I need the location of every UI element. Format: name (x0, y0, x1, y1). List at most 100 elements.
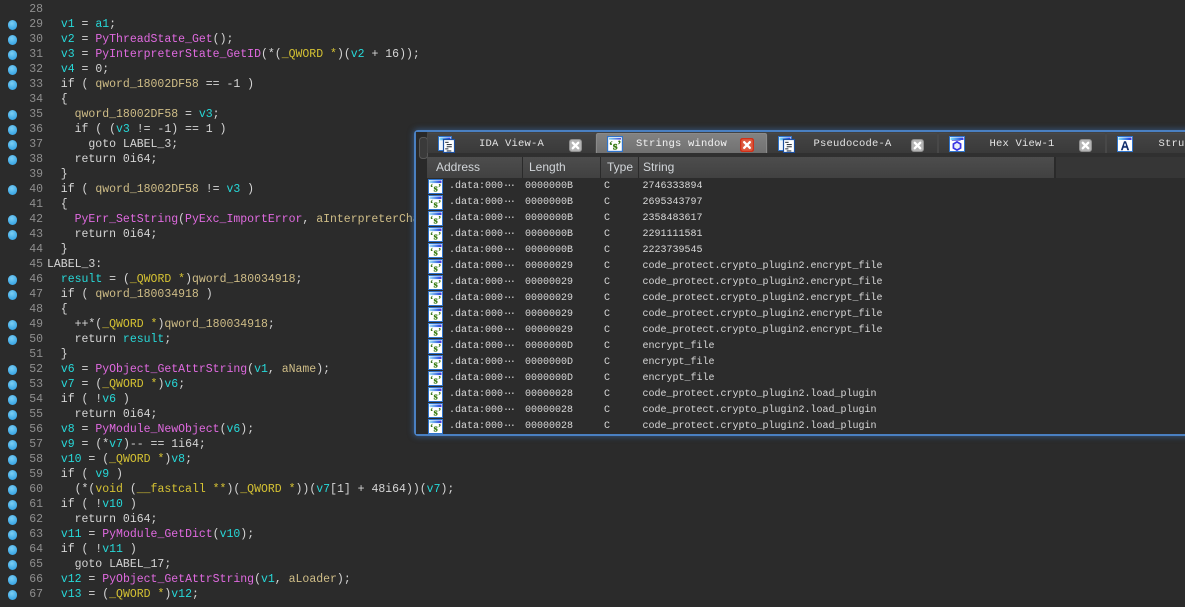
breakpoint-icon[interactable] (8, 80, 18, 90)
breakpoint-icon[interactable] (8, 185, 18, 195)
string-row[interactable]: s ‘ ’ .data:000···0000000BC2358483617 (427, 210, 1185, 226)
breakpoint-icon[interactable] (8, 140, 18, 150)
code-line[interactable]: 65 goto LABEL_17; (0, 557, 1185, 572)
code-token: if ( (47, 183, 95, 196)
string-row[interactable]: s ‘ ’ .data:000···0000000BC2746333894 (427, 178, 1185, 194)
code-token: goto LABEL_17; (47, 558, 171, 571)
string-row[interactable]: s ‘ ’ .data:000···0000000BC2695343797 (427, 194, 1185, 210)
tab-structures[interactable]: Structures (1106, 133, 1185, 153)
string-row[interactable]: s ‘ ’ .data:000···00000028Ccode_protect.… (427, 386, 1185, 402)
breakpoint-icon[interactable] (8, 440, 18, 450)
code-line[interactable]: 28 (0, 2, 1185, 17)
code-line[interactable]: 32 v4 = 0; (0, 62, 1185, 77)
breakpoint-icon[interactable] (8, 425, 18, 435)
breakpoint-icon[interactable] (8, 365, 18, 375)
breakpoint-icon[interactable] (8, 35, 18, 45)
code-token: v1 (261, 573, 275, 586)
close-icon[interactable] (569, 137, 582, 150)
code-line[interactable]: 62 return 0i64; (0, 512, 1185, 527)
tab-strings-window[interactable]: s ‘ ’ Strings window (596, 133, 767, 153)
line-number: 57 (0, 437, 45, 452)
line-number: 52 (0, 362, 45, 377)
breakpoint-icon[interactable] (8, 590, 18, 600)
breakpoint-icon[interactable] (8, 470, 18, 480)
string-row[interactable]: s ‘ ’ .data:000···00000029Ccode_protect.… (427, 306, 1185, 322)
string-row[interactable]: s ‘ ’ .data:000···00000029Ccode_protect.… (427, 258, 1185, 274)
code-text: if ( qword_18002DF58 == -1 ) (47, 77, 254, 92)
code-token: qword_180034918 (164, 318, 268, 331)
breakpoint-icon[interactable] (8, 275, 18, 285)
cell-string: code_protect.crypto_plugin2.encrypt_file (639, 277, 1185, 288)
breakpoint-icon[interactable] (8, 500, 18, 510)
close-icon[interactable] (1079, 137, 1092, 150)
string-row[interactable]: s ‘ ’ .data:000···00000028Ccode_protect.… (427, 402, 1185, 418)
breakpoint-icon[interactable] (8, 515, 18, 525)
column-header-string[interactable]: String (639, 157, 1055, 178)
code-line[interactable]: 59 if ( v9 ) (0, 467, 1185, 482)
breakpoint-icon[interactable] (8, 410, 18, 420)
breakpoint-icon[interactable] (8, 485, 18, 495)
cell-string: code_protect.crypto_plugin2.encrypt_file (639, 293, 1185, 304)
string-row[interactable]: s ‘ ’ .data:000···00000029Ccode_protect.… (427, 274, 1185, 290)
code-line[interactable]: 57 v9 = (*v7)-- == 1i64; (0, 437, 1185, 452)
breakpoint-icon[interactable] (8, 65, 18, 75)
string-row[interactable]: s ‘ ’ .data:000···00000029Ccode_protect.… (427, 322, 1185, 338)
breakpoint-icon[interactable] (8, 110, 18, 120)
tab-label: Structures (1133, 138, 1185, 150)
code-line[interactable]: 67 v13 = (_QWORD *)v12; (0, 587, 1185, 602)
code-text: v4 = 0; (47, 62, 109, 77)
breakpoint-icon[interactable] (8, 380, 18, 390)
breakpoint-icon[interactable] (8, 395, 18, 405)
string-row[interactable]: s ‘ ’ .data:000···0000000BC2223739545 (427, 242, 1185, 258)
breakpoint-icon[interactable] (8, 545, 18, 555)
breakpoint-icon[interactable] (8, 335, 18, 345)
breakpoint-icon[interactable] (8, 50, 18, 60)
string-row[interactable]: s ‘ ’ .data:000···0000000DCencrypt_file (427, 370, 1185, 386)
string-row[interactable]: s ‘ ’ .data:000···00000029Ccode_protect.… (427, 290, 1185, 306)
code-line[interactable]: 30 v2 = PyThreadState_Get(); (0, 32, 1185, 47)
cell-length: 00000029 (523, 277, 601, 288)
column-header-type[interactable]: Type (601, 157, 639, 178)
breakpoint-icon[interactable] (8, 530, 18, 540)
line-number: 51 (0, 347, 45, 362)
string-row[interactable]: s ‘ ’ .data:000···00000028Ccode_protect.… (427, 418, 1185, 434)
tab-ida-view-a[interactable]: IDA View-A (427, 133, 596, 153)
code-line[interactable]: 63 v11 = PyModule_GetDict(v10); (0, 527, 1185, 542)
cell-address: .data:000··· (443, 341, 523, 352)
code-text: { (47, 92, 68, 107)
breakpoint-icon[interactable] (8, 155, 18, 165)
breakpoint-icon[interactable] (8, 290, 18, 300)
breakpoint-icon[interactable] (8, 215, 18, 225)
breakpoint-icon[interactable] (8, 125, 18, 135)
code-line[interactable]: 61 if ( !v10 ) (0, 497, 1185, 512)
breakpoint-icon[interactable] (8, 320, 18, 330)
string-row[interactable]: s ‘ ’ .data:000···0000000DCencrypt_file (427, 338, 1185, 354)
code-line[interactable]: 64 if ( !v11 ) (0, 542, 1185, 557)
code-token: v9 (95, 468, 109, 481)
tab-hex-view-1[interactable]: Hex View-1 (938, 133, 1106, 153)
close-icon[interactable] (740, 137, 753, 150)
breakpoint-icon[interactable] (8, 575, 18, 585)
code-line[interactable]: 31 v3 = PyInterpreterState_GetID(*(_QWOR… (0, 47, 1185, 62)
code-line[interactable]: 33 if ( qword_18002DF58 == -1 ) (0, 77, 1185, 92)
code-line[interactable]: 35 qword_18002DF58 = v3; (0, 107, 1185, 122)
code-line[interactable]: 29 v1 = a1; (0, 17, 1185, 32)
code-text: return 0i64; (47, 152, 157, 167)
breakpoint-icon[interactable] (8, 455, 18, 465)
code-line[interactable]: 66 v12 = PyObject_GetAttrString(v1, aLoa… (0, 572, 1185, 587)
column-header-address[interactable]: Address (427, 157, 523, 178)
code-token (47, 108, 75, 121)
string-row[interactable]: s ‘ ’ .data:000···0000000BC2291111581 (427, 226, 1185, 242)
code-line[interactable]: 58 v10 = (_QWORD *)v8; (0, 452, 1185, 467)
breakpoint-icon[interactable] (8, 20, 18, 30)
column-header-length[interactable]: Length (523, 157, 601, 178)
tab-pseudocode-a[interactable]: Pseudocode-A (767, 133, 938, 153)
breakpoint-icon[interactable] (8, 230, 18, 240)
code-token: _QWORD (282, 48, 323, 61)
string-row[interactable]: s ‘ ’ .data:000···0000000DCencrypt_file (427, 354, 1185, 370)
close-icon[interactable] (911, 137, 924, 150)
code-line[interactable]: 60 (*(void (__fastcall **)(_QWORD *))(v7… (0, 482, 1185, 497)
cell-type: C (601, 229, 639, 240)
code-line[interactable]: 34 { (0, 92, 1185, 107)
breakpoint-icon[interactable] (8, 560, 18, 570)
